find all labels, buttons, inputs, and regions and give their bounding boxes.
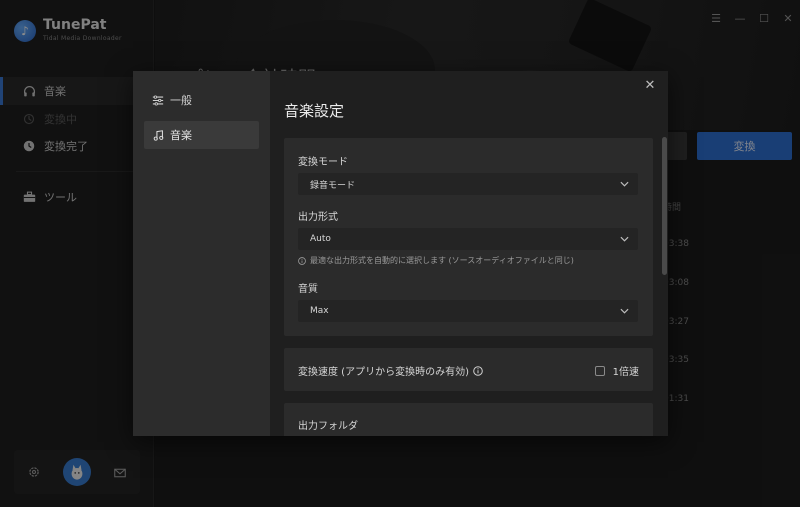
conversion-mode-value: 録音モード [310, 180, 356, 191]
output-folder-label: 出力フォルダ [298, 421, 358, 432]
output-folder-card: 出力フォルダ [284, 403, 653, 436]
close-icon[interactable]: ✕ [642, 77, 658, 93]
conversion-mode-label: 変換モード [298, 157, 348, 168]
chevron-down-icon [618, 305, 630, 317]
speed-option: 1倍速 [594, 363, 639, 378]
hint-text: 最適な出力形式を自動的に選択します (ソースオーディオファイルと同じ) [310, 256, 574, 265]
chevron-down-icon [618, 178, 630, 190]
conversion-speed-label: 変換速度 (アプリから変換時のみ有効) [298, 367, 469, 378]
music-settings-card: 変換モード 録音モード 出力形式 Auto 最適な出力形式を自動的に選択します … [284, 138, 653, 336]
music-note-icon [152, 129, 164, 141]
conversion-speed-card: 変換速度 (アプリから変換時のみ有効) 1倍速 [284, 348, 653, 391]
quality-select[interactable]: Max [298, 300, 638, 322]
output-format-label: 出力形式 [298, 212, 338, 223]
output-format-value: Auto [310, 234, 331, 244]
speed-checkbox[interactable] [594, 365, 605, 376]
settings-tab-general[interactable]: 一般 [144, 86, 259, 114]
settings-dialog: 一般 音楽 ✕ 音楽設定 変換モード 録音モード 出力形式 Auto 最適な出力… [133, 71, 668, 436]
settings-panel: ✕ 音楽設定 変換モード 録音モード 出力形式 Auto 最適な出力形式を自動的… [270, 71, 668, 436]
settings-tab-label: 音楽 [170, 129, 192, 142]
settings-scrollbar[interactable] [662, 137, 667, 275]
info-icon[interactable] [473, 365, 483, 376]
quality-label: 音質 [298, 284, 318, 295]
conversion-speed-row: 変換速度 (アプリから変換時のみ有効) [298, 363, 483, 378]
speed-checkbox-label: 1倍速 [612, 367, 639, 378]
settings-tab-music[interactable]: 音楽 [144, 121, 259, 149]
info-icon [298, 256, 306, 265]
quality-value: Max [310, 306, 329, 316]
app-window: ♪ TunePat Tidal Media Downloader 音楽 変換中 … [0, 0, 800, 507]
sliders-icon [152, 94, 164, 106]
output-format-select[interactable]: Auto [298, 228, 638, 250]
chevron-down-icon [618, 233, 630, 245]
settings-nav: 一般 音楽 [133, 71, 270, 436]
conversion-mode-select[interactable]: 録音モード [298, 173, 638, 195]
settings-tab-label: 一般 [170, 94, 192, 107]
settings-title: 音楽設定 [284, 102, 345, 120]
output-format-hint: 最適な出力形式を自動的に選択します (ソースオーディオファイルと同じ) [298, 255, 574, 266]
